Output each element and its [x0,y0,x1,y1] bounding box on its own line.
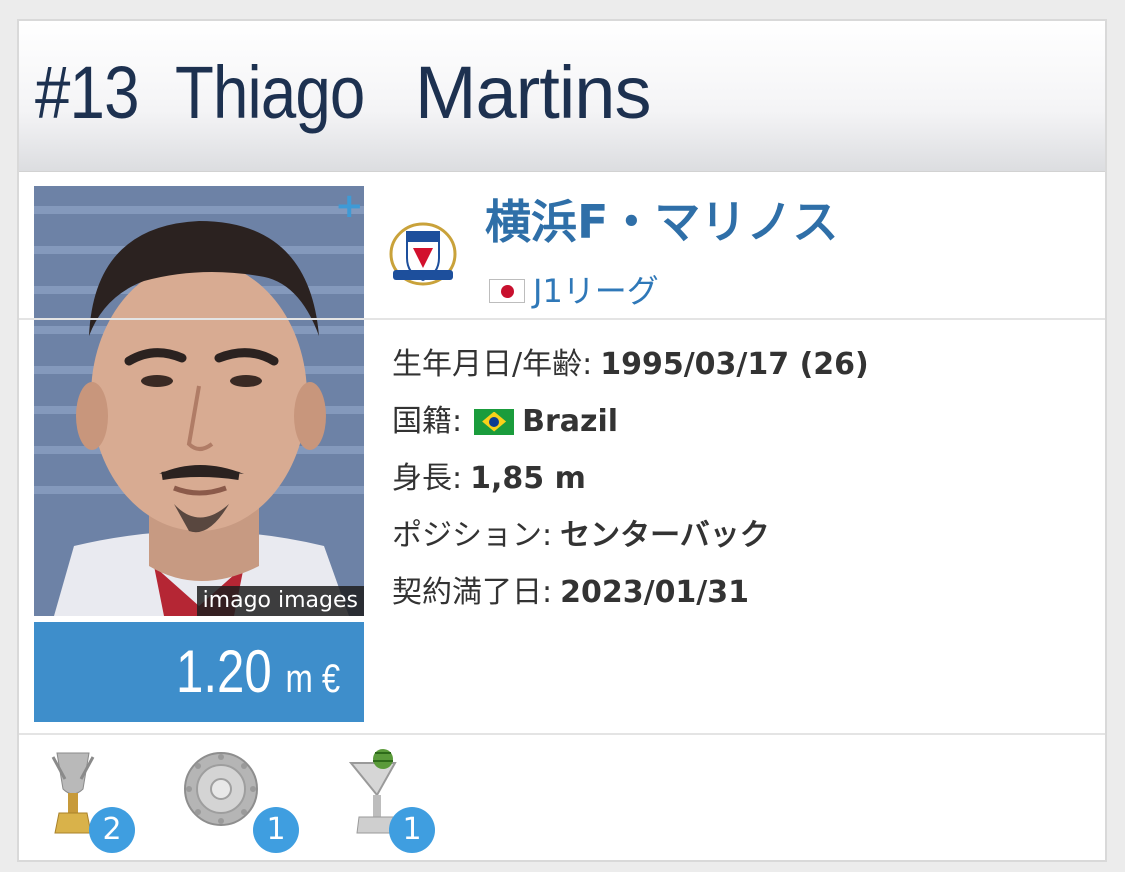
player-info: 生年月日/年齢: 1995/03/17 (26) 国籍: Brazil 身長: … [392,336,869,621]
shirt-number: #13 [35,51,139,134]
plus-icon[interactable]: + [335,189,364,223]
player-header-card: #13 Thiago Martins imago images + 1.20 m… [17,19,1107,862]
club-name-link[interactable]: 横浜F・マリノス [485,191,838,253]
market-value-box[interactable]: 1.20 m € [34,622,364,722]
trophy-item[interactable]: 1 [183,749,299,853]
trophy-item[interactable]: 1 [345,749,455,853]
info-row-birth: 生年月日/年齢: 1995/03/17 (26) [392,336,869,393]
position-label: ポジション: [392,518,553,553]
info-row-nationality: 国籍: Brazil [392,393,869,450]
market-value-unit: m € [285,657,340,701]
position-value: センターバック [560,518,770,553]
trophy-count-badge: 2 [89,807,135,853]
market-value: 1.20 m € [176,622,340,729]
trophy-item[interactable]: 2 [43,749,153,853]
club-crest-icon[interactable] [387,214,459,290]
nationality-label: 国籍: [392,404,463,439]
japan-flag-icon [489,279,525,303]
nationality-value[interactable]: Brazil [522,393,618,450]
market-value-amount: 1.20 [175,638,272,705]
player-header: #13 Thiago Martins [19,21,1105,172]
divider [19,318,1105,320]
league-link[interactable]: J1リーグ [489,271,659,311]
player-first-name: Thiago [175,51,365,134]
birth-label: 生年月日/年齢: [392,347,593,382]
height-label: 身長: [392,461,463,496]
photo-credit: imago images [196,586,364,616]
plate-trophy-icon [184,752,258,826]
height-value: 1,85 m [470,461,586,496]
league-name[interactable]: J1リーグ [533,271,659,311]
brazil-flag-icon [474,408,515,435]
info-row-contract: 契約満了日: 2023/01/31 [392,564,869,621]
player-photo[interactable]: imago images [34,186,364,616]
info-row-height: 身長: 1,85 m [392,450,869,507]
trophy-count-badge: 1 [389,807,435,853]
trophy-count-badge: 1 [253,807,299,853]
birth-value: 1995/03/17 (26) [600,347,869,382]
info-row-position: ポジション: センターバック [392,507,869,564]
contract-label: 契約満了日: [392,575,553,610]
player-name: #13 Thiago Martins [35,49,652,137]
player-last-name: Martins [414,51,652,134]
divider [19,733,1105,735]
contract-value: 2023/01/31 [560,575,750,610]
player-portrait-image [34,186,364,616]
